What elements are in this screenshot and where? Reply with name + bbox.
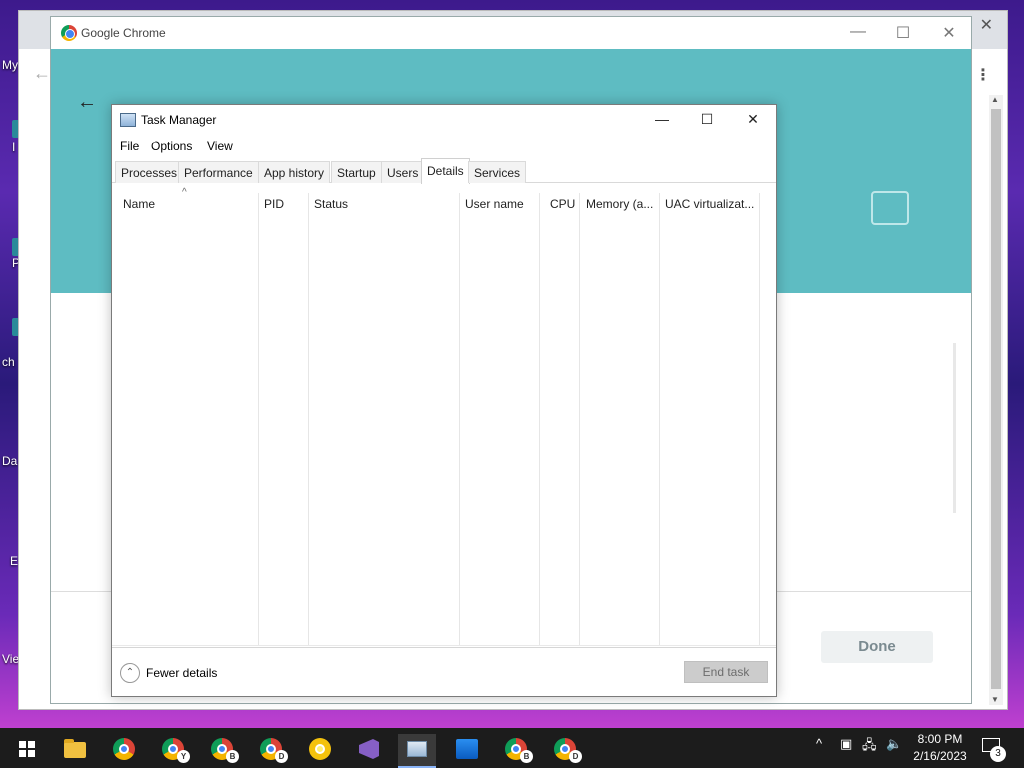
task-manager-window[interactable]: Task Manager — ☐ ✕ File Options View Pro… — [111, 104, 777, 697]
maximize-button[interactable]: ☐ — [893, 23, 913, 43]
show-hidden-icons-chevron-icon[interactable]: ^ — [816, 736, 822, 751]
back-arrow-icon[interactable]: ← — [33, 63, 51, 84]
scrollbar[interactable]: ▲ ▼ — [989, 95, 1003, 705]
column-divider[interactable] — [659, 193, 660, 645]
taskbar-chrome-profile-b-2[interactable]: B — [496, 734, 534, 768]
taskbar-chrome-profile-y[interactable]: Y — [153, 734, 191, 768]
maximize-button[interactable]: ☐ — [697, 111, 717, 128]
windows-logo-icon — [19, 741, 35, 757]
taskbar-file-explorer[interactable] — [56, 734, 94, 768]
desktop-icon-label[interactable]: Da — [2, 454, 17, 468]
visual-studio-icon — [359, 739, 379, 759]
column-divider[interactable] — [459, 193, 460, 645]
column-header-memory[interactable]: Memory (a... — [586, 197, 658, 217]
tab-app-history[interactable]: App history — [258, 161, 331, 183]
taskbar: Y B D B D ^ ▣ 🖧 🔈 8:00 PM 2/16/2023 3 — [0, 728, 1024, 768]
table-right-edge — [759, 193, 760, 645]
kebab-menu-icon[interactable]: ⋮ — [975, 65, 991, 85]
chrome-icon — [113, 738, 135, 760]
notification-count-badge: 3 — [990, 746, 1006, 762]
task-manager-icon — [120, 113, 136, 127]
chrome-logo-icon — [61, 25, 77, 41]
back-arrow-icon[interactable]: ← — [77, 91, 97, 114]
close-button[interactable]: ✕ — [743, 111, 763, 128]
photos-icon — [456, 739, 478, 759]
menu-file[interactable]: File — [120, 139, 139, 153]
tab-startup[interactable]: Startup — [331, 161, 382, 183]
done-button[interactable]: Done — [821, 631, 933, 663]
profile-badge: B — [520, 750, 533, 763]
scrollbar-thumb[interactable] — [991, 109, 1001, 689]
taskbar-chrome-profile-d-2[interactable]: D — [545, 734, 583, 768]
close-icon[interactable]: ✕ — [980, 15, 993, 35]
taskbar-chrome-profile-b[interactable]: B — [202, 734, 240, 768]
folder-icon — [64, 739, 86, 758]
clock-time: 8:00 PM — [917, 732, 963, 746]
scroll-up-icon[interactable]: ▲ — [991, 95, 999, 104]
taskbar-chrome-profile-d[interactable]: D — [251, 734, 289, 768]
profile-badge: D — [569, 750, 582, 763]
scroll-down-icon[interactable]: ▼ — [991, 695, 999, 704]
desktop-icon-label[interactable]: My — [2, 58, 18, 72]
divider — [112, 645, 776, 646]
column-header-cpu[interactable]: CPU — [550, 197, 580, 217]
window-title: Google Chrome — [81, 26, 166, 40]
fewer-details-label[interactable]: Fewer details — [146, 666, 217, 680]
column-header-uac-virtualization[interactable]: UAC virtualizat... — [665, 197, 757, 217]
column-divider[interactable] — [539, 193, 540, 645]
tab-processes[interactable]: Processes — [115, 161, 184, 183]
tab-strip: Processes Performance App history Startu… — [112, 157, 776, 184]
network-icon[interactable]: 🖧 — [862, 736, 877, 758]
minimize-button[interactable]: — — [848, 23, 868, 41]
column-header-pid[interactable]: PID — [264, 197, 304, 217]
chevron-up-icon[interactable]: ⌃ — [120, 663, 140, 683]
details-table[interactable]: ^ Name PID Status User name CPU Memory (… — [113, 187, 759, 645]
taskbar-chrome[interactable] — [104, 734, 142, 768]
menu-view[interactable]: View — [207, 139, 233, 153]
taskbar-task-manager[interactable] — [398, 734, 436, 768]
desktop-icon-label[interactable]: E — [10, 554, 18, 568]
minimize-button[interactable]: — — [652, 111, 672, 127]
profile-badge: Y — [177, 750, 190, 763]
taskbar-photos[interactable] — [447, 734, 485, 768]
desktop-icon-label[interactable]: ch — [2, 355, 15, 369]
column-divider[interactable] — [579, 193, 580, 645]
menu-options[interactable]: Options — [151, 139, 192, 153]
desktop-icon-label[interactable]: I — [12, 140, 15, 154]
column-divider[interactable] — [308, 193, 309, 645]
taskbar-chrome-canary[interactable] — [300, 734, 338, 768]
volume-icon[interactable]: 🔈 — [886, 736, 902, 752]
chrome-canary-icon — [309, 738, 331, 760]
taskbar-visual-studio[interactable] — [349, 734, 387, 768]
divider — [112, 647, 776, 648]
chrome-title-bar[interactable]: Google Chrome — ☐ ✕ — [51, 17, 971, 49]
tab-users[interactable]: Users — [381, 161, 425, 183]
menu-bar: File Options View — [112, 135, 776, 157]
column-divider[interactable] — [258, 193, 259, 645]
clock-date: 2/16/2023 — [913, 749, 967, 763]
tab-performance[interactable]: Performance — [178, 161, 259, 183]
desktop-icon-label[interactable]: Vie — [2, 652, 19, 666]
column-header-status[interactable]: Status — [314, 197, 454, 217]
content-scrollbar[interactable] — [953, 343, 956, 513]
start-button[interactable] — [4, 728, 42, 768]
device-icon[interactable]: ▣ — [840, 736, 852, 752]
tab-details[interactable]: Details — [421, 158, 470, 184]
column-header-name[interactable]: Name — [123, 197, 253, 217]
clock[interactable]: 8:00 PM 2/16/2023 — [905, 731, 975, 765]
task-manager-title-bar[interactable]: Task Manager — ☐ ✕ — [112, 105, 776, 135]
tab-services[interactable]: Services — [468, 161, 527, 183]
profile-badge: D — [275, 750, 288, 763]
column-header-user-name[interactable]: User name — [465, 197, 537, 217]
end-task-button[interactable]: End task — [684, 661, 768, 683]
profile-badge: B — [226, 750, 239, 763]
close-button[interactable]: ✕ — [939, 23, 959, 43]
square-icon — [871, 191, 909, 225]
task-manager-icon — [407, 741, 427, 757]
